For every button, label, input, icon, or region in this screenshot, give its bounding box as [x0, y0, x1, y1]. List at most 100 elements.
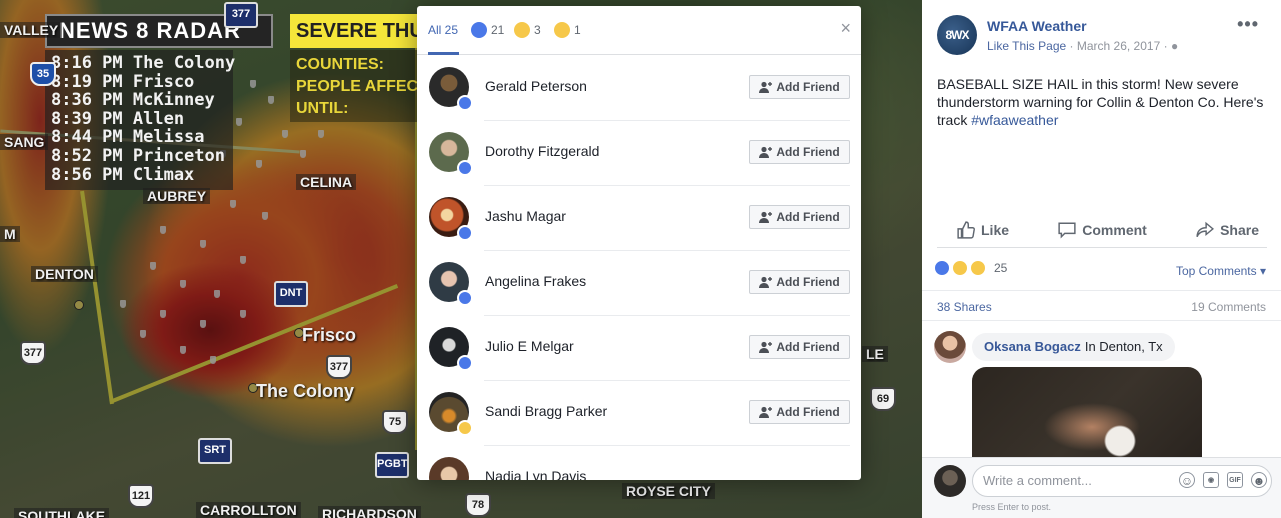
emoji-icon[interactable]: ☺ — [1179, 472, 1195, 488]
add-friend-button[interactable]: Add Friend — [749, 400, 850, 424]
comment-composer: Write a comment... ☺ ◉ GIF ☻ Press Enter… — [922, 457, 1281, 518]
add-friend-label: Add Friend — [776, 145, 840, 159]
add-friend-label: Add Friend — [776, 275, 840, 289]
sad-icon — [554, 22, 570, 38]
place-label: RICHARDSON — [318, 506, 421, 518]
reaction-summary[interactable]: 25 — [934, 260, 1007, 276]
tab-all[interactable]: All 25 — [428, 20, 458, 40]
interstate-shield: 35 — [30, 62, 56, 86]
add-friend-label: Add Friend — [776, 340, 840, 354]
highway-shield: 69 — [870, 387, 896, 411]
reaction-tabs: All 25 21 3 1 × — [417, 6, 861, 55]
wow-icon — [514, 22, 530, 38]
list-item: Dorothy Fitzgerald Add Friend — [417, 121, 861, 186]
meta-separator: · — [1069, 39, 1077, 53]
like-badge-icon — [457, 160, 473, 176]
camera-icon[interactable]: ◉ — [1203, 472, 1219, 488]
like-badge-icon — [457, 225, 473, 241]
like-page-link[interactable]: Like This Page — [987, 39, 1066, 53]
sticker-icon[interactable]: ☻ — [1251, 472, 1267, 488]
gif-icon[interactable]: GIF — [1227, 472, 1243, 488]
comment-text: In Denton, Tx — [1084, 339, 1163, 354]
post-date[interactable]: March 26, 2017 — [1077, 39, 1160, 53]
list-item: Julio E Melgar Add Friend — [417, 316, 861, 381]
top-comments-dropdown[interactable]: Top Comments ▾ — [1176, 264, 1266, 278]
place-label: CARROLLTON — [196, 502, 301, 518]
place-label: CELINA — [296, 174, 357, 190]
commenter-avatar[interactable] — [934, 331, 966, 363]
like-badge-icon — [457, 95, 473, 111]
highway-shield: 78 — [465, 493, 491, 517]
comment-icon — [1058, 222, 1076, 239]
place-label: AUBREY — [143, 188, 211, 204]
add-friend-button[interactable]: Add Friend — [749, 205, 850, 229]
radar-time: 8:19 PM Frisco — [51, 71, 195, 92]
place-label: ROYSE CITY — [622, 483, 715, 499]
viewer-avatar — [934, 465, 966, 497]
like-button[interactable]: Like — [957, 220, 1009, 239]
share-label: Share — [1220, 221, 1259, 238]
divider — [922, 290, 1281, 291]
tab-wow[interactable]: 3 — [514, 20, 541, 40]
highway-shield: 377 — [326, 355, 352, 379]
tab-count: 3 — [534, 23, 541, 37]
comments-count-link[interactable]: 19 Comments — [1191, 300, 1266, 314]
more-options-icon[interactable]: ••• — [1237, 14, 1259, 35]
warning-details: COUNTIES: PEOPLE AFFEC UNTIL: — [290, 50, 420, 122]
comment-button[interactable]: Comment — [1058, 221, 1147, 239]
person-name[interactable]: Nadia Lyn Davis — [485, 468, 586, 480]
globe-icon: ● — [1170, 39, 1179, 53]
shares-link[interactable]: 38 Shares — [937, 300, 992, 314]
add-friend-button[interactable]: Add Friend — [749, 335, 850, 359]
toll-marker: 377 — [224, 2, 258, 28]
radar-time: 8:16 PM The Colony — [51, 53, 236, 73]
radar-time: 8:39 PM Allen — [51, 108, 185, 129]
close-icon[interactable]: × — [840, 18, 851, 38]
like-icon — [471, 22, 487, 38]
warning-line: UNTIL: — [296, 100, 349, 117]
highway-shield: 121 — [128, 484, 154, 508]
person-name[interactable]: Jashu Magar — [485, 208, 566, 224]
tab-like[interactable]: 21 — [471, 20, 504, 40]
person-name[interactable]: Gerald Peterson — [485, 78, 587, 94]
page-avatar[interactable]: 8WX — [937, 15, 977, 55]
highway-shield: 377 — [20, 341, 46, 365]
add-friend-button[interactable]: Add Friend — [749, 270, 850, 294]
place-label: M — [0, 226, 20, 242]
like-badge-icon — [457, 290, 473, 306]
hashtag-link[interactable]: #wfaaweather — [971, 112, 1058, 128]
like-reaction-icon — [934, 260, 950, 276]
add-friend-label: Add Friend — [776, 210, 840, 224]
wow-badge-icon — [457, 420, 473, 436]
comment-label: Comment — [1082, 221, 1147, 238]
press-enter-hint: Press Enter to post. — [972, 502, 1052, 512]
tab-sad[interactable]: 1 — [554, 20, 581, 40]
person-name[interactable]: Dorothy Fitzgerald — [485, 143, 599, 159]
page-name-link[interactable]: WFAA Weather — [987, 18, 1087, 34]
person-name[interactable]: Angelina Frakes — [485, 273, 586, 289]
add-friend-button[interactable]: Add Friend — [749, 75, 850, 99]
avatar[interactable] — [429, 457, 469, 480]
tab-count: 1 — [574, 23, 581, 37]
place-label: SOUTHLAKE — [14, 508, 110, 518]
add-friend-label: Add Friend — [776, 405, 840, 419]
commenter-name[interactable]: Oksana Bogacz — [984, 339, 1081, 354]
comment-bubble: Oksana Bogacz In Denton, Tx — [972, 333, 1175, 361]
add-friend-icon — [759, 146, 773, 158]
place-label: Frisco — [302, 325, 357, 345]
list-item: Sandi Bragg Parker Add Friend — [417, 381, 861, 446]
comment-photo[interactable] — [972, 367, 1202, 457]
person-name[interactable]: Julio E Melgar — [485, 338, 574, 354]
like-badge-icon — [457, 355, 473, 371]
tab-count: 21 — [491, 23, 505, 37]
person-name[interactable]: Sandi Bragg Parker — [485, 403, 607, 419]
list-item: Gerald Peterson Add Friend — [417, 56, 861, 121]
radar-time: 8:36 PM McKinney — [51, 90, 215, 111]
place-label: LE — [862, 346, 888, 362]
add-friend-icon — [759, 81, 773, 93]
meta-separator: · — [1163, 39, 1171, 53]
place-label: The Colony — [256, 381, 354, 401]
add-friend-button[interactable]: Add Friend — [749, 140, 850, 164]
share-button[interactable]: Share — [1196, 221, 1259, 239]
post-text: BASEBALL SIZE HAIL in this storm! New se… — [937, 75, 1272, 129]
